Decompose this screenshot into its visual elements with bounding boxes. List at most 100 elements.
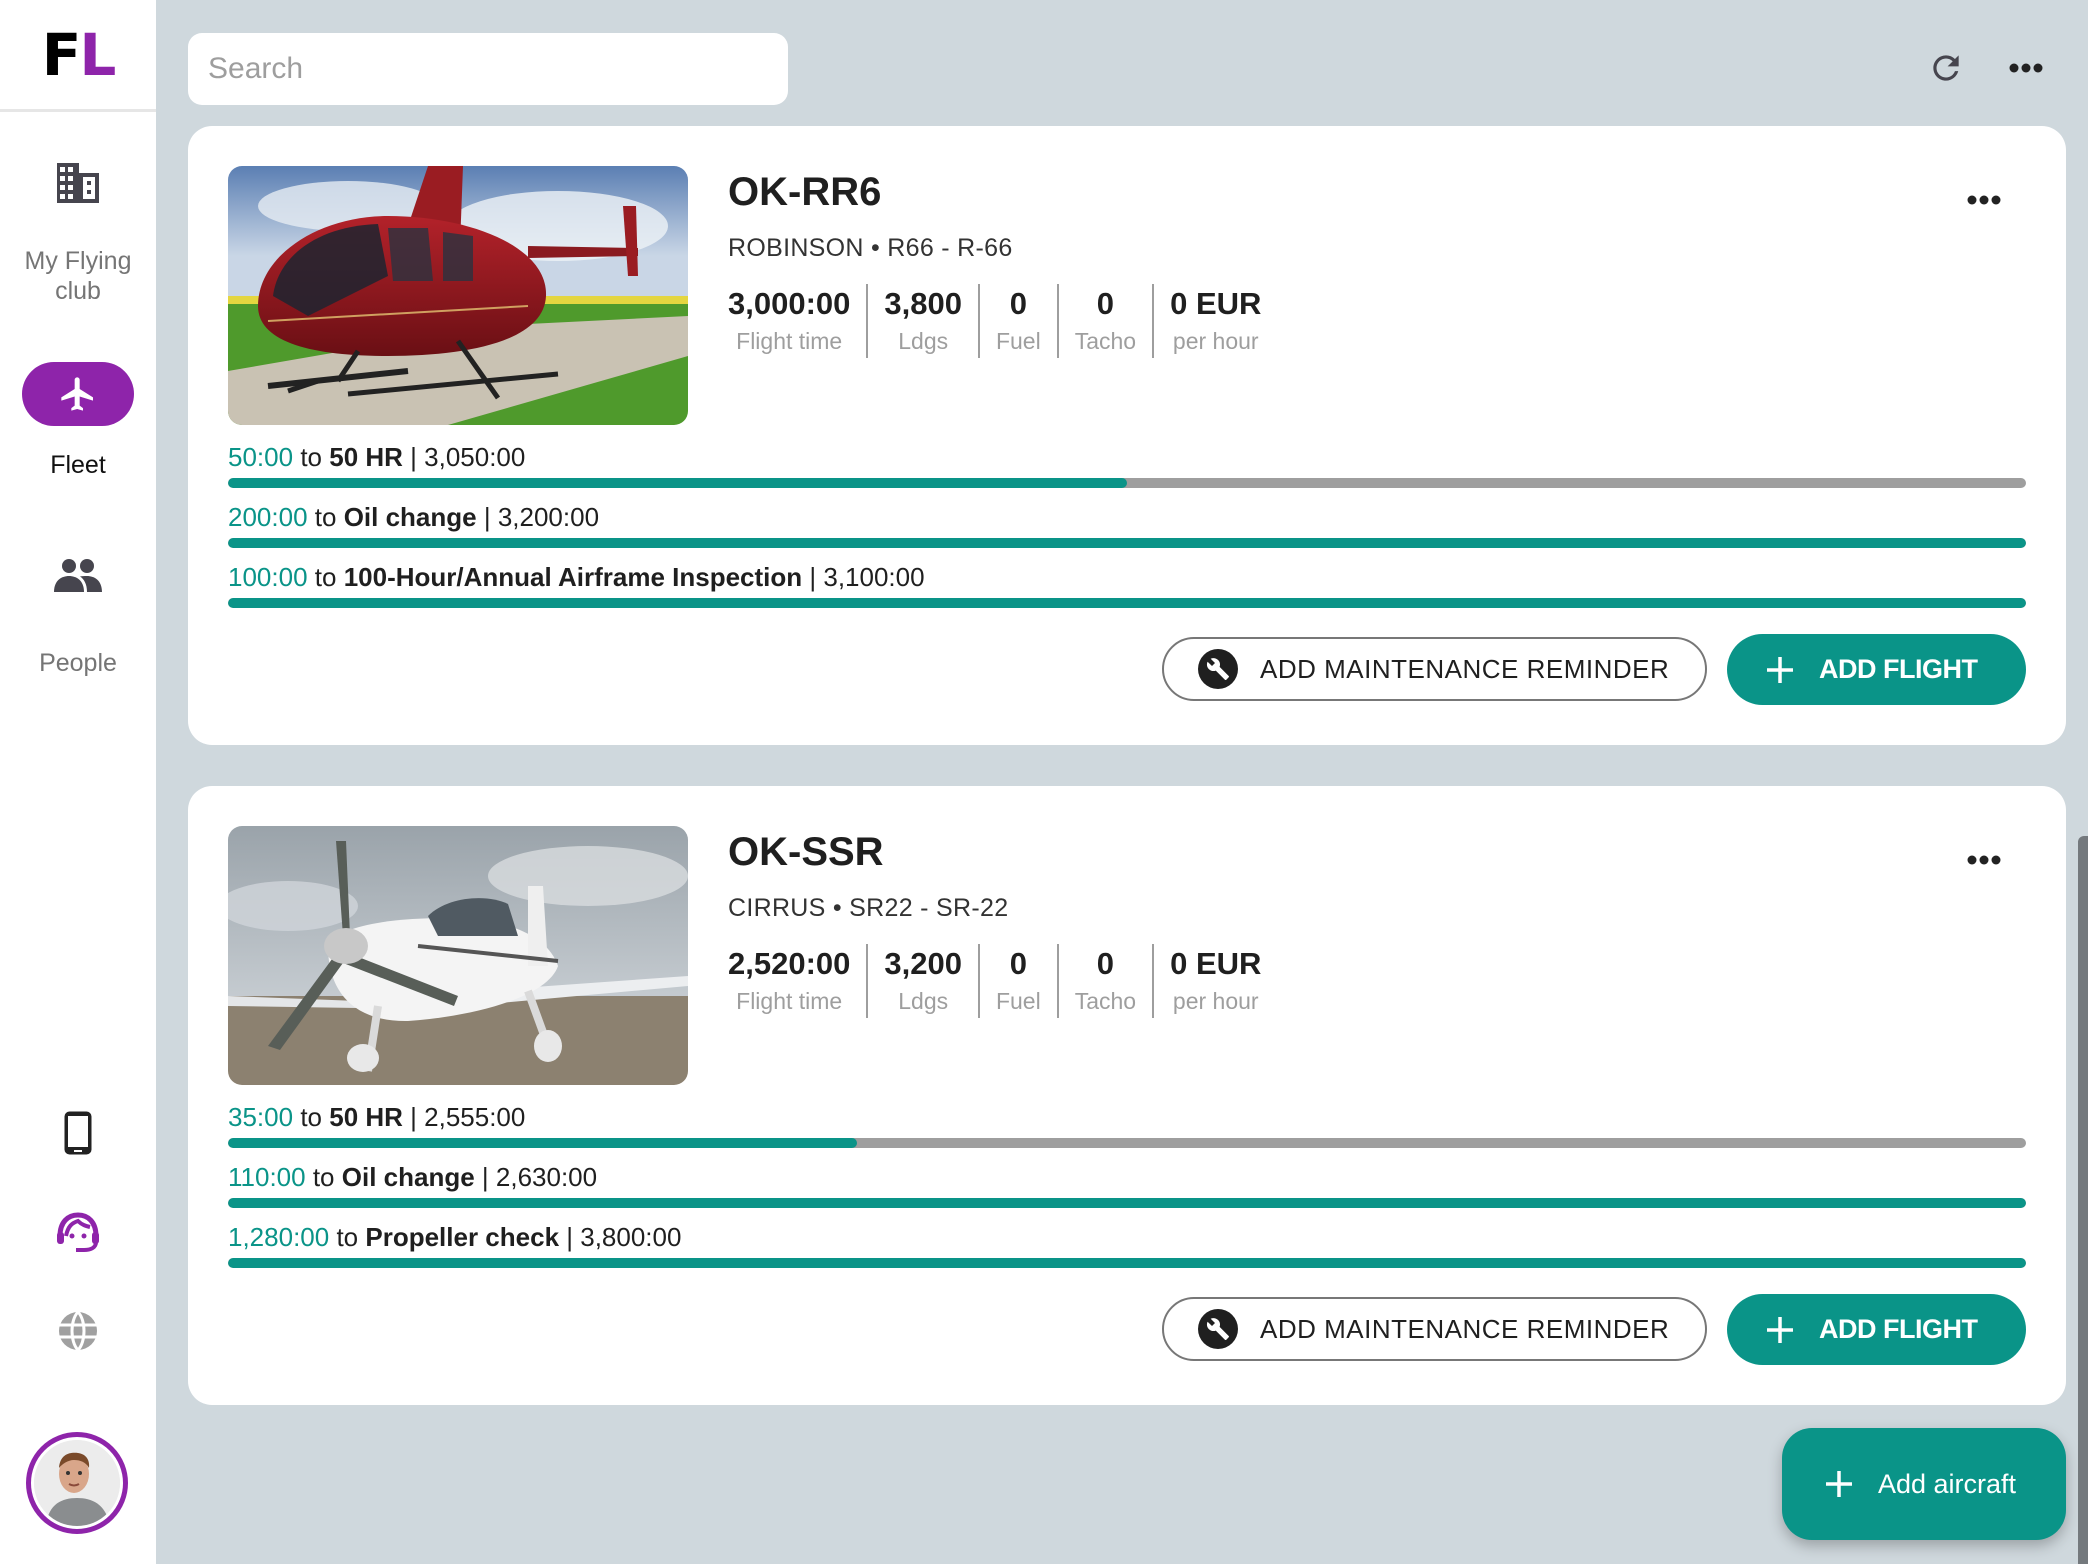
card-more-button[interactable] bbox=[1960, 182, 2008, 218]
maintenance-to: to bbox=[300, 442, 322, 472]
stat-tacho: 0 Tacho bbox=[1056, 944, 1152, 1018]
stat-value: 0 bbox=[1096, 286, 1115, 321]
stat-value: 3,200 bbox=[884, 946, 962, 981]
maintenance-due: | 3,100:00 bbox=[809, 562, 925, 592]
user-avatar[interactable] bbox=[26, 1432, 128, 1534]
stat-fuel: 0 Fuel bbox=[977, 944, 1057, 1018]
maintenance-due: | 3,200:00 bbox=[483, 502, 600, 532]
app-logo[interactable]: FL bbox=[0, 0, 156, 112]
maintenance-progress-fill bbox=[228, 598, 2026, 608]
sidebar-item-label: People bbox=[39, 649, 117, 677]
stat-value: 0 EUR bbox=[1170, 946, 1262, 981]
maintenance-remaining: 50:00 bbox=[228, 442, 294, 472]
stat-label: Tacho bbox=[1074, 328, 1137, 354]
maintenance-remaining: 200:00 bbox=[228, 502, 308, 532]
maintenance-item[interactable]: 50:00 to 50 HR | 3,050:00 bbox=[228, 442, 2026, 488]
maintenance-progress-bar bbox=[228, 538, 2026, 548]
maintenance-progress-fill bbox=[228, 1138, 858, 1148]
stat-label: Fuel bbox=[995, 328, 1041, 354]
maintenance-progress-bar bbox=[228, 1258, 2026, 1268]
maintenance-name: Oil change bbox=[341, 1162, 475, 1192]
search-input[interactable] bbox=[188, 33, 788, 105]
maintenance-name: 100-Hour/Annual Airframe Inspection bbox=[343, 562, 803, 592]
aircraft-model: CIRRUS • SR22 - SR-22 bbox=[728, 894, 1009, 922]
wrench-icon bbox=[1198, 649, 1238, 689]
maintenance-to: to bbox=[314, 502, 337, 532]
stat-value: 3,800 bbox=[884, 286, 962, 321]
airplane-photo bbox=[228, 826, 688, 1085]
building-icon bbox=[57, 160, 99, 206]
add-maintenance-reminder-label: ADD MAINTENANCE REMINDER bbox=[1260, 1313, 1670, 1344]
maintenance-text: 1,280:00 to Propeller check | 3,800:00 bbox=[228, 1222, 2026, 1252]
plus-icon bbox=[1767, 656, 1793, 683]
wrench-icon bbox=[1198, 1309, 1238, 1349]
stat-label: per hour bbox=[1172, 988, 1259, 1014]
fleet-active-pill[interactable] bbox=[22, 362, 134, 426]
stat-tacho: 0 Tacho bbox=[1056, 284, 1152, 358]
stat-landings: 3,800 Ldgs bbox=[866, 284, 978, 358]
people-icon bbox=[54, 552, 102, 598]
stat-label: Flight time bbox=[736, 328, 843, 354]
logo-letter-f: F bbox=[41, 20, 82, 89]
maintenance-progress-bar bbox=[228, 598, 2026, 608]
maintenance-item[interactable]: 35:00 to 50 HR | 2,555:00 bbox=[228, 1102, 2026, 1148]
sidebar-item-my-flying-club[interactable]: My Flying club bbox=[0, 160, 156, 306]
stat-label: Flight time bbox=[736, 988, 843, 1014]
maintenance-to: to bbox=[314, 562, 337, 592]
sidebar-item-people[interactable]: People bbox=[0, 552, 156, 678]
add-maintenance-reminder-button[interactable]: ADD MAINTENANCE REMINDER bbox=[1162, 637, 1707, 701]
globe-icon[interactable] bbox=[0, 1310, 156, 1352]
stat-label: Ldgs bbox=[898, 988, 949, 1014]
maintenance-item[interactable]: 200:00 to Oil change | 3,200:00 bbox=[228, 502, 2026, 548]
stat-landings: 3,200 Ldgs bbox=[866, 944, 978, 1018]
scrollbar-thumb[interactable] bbox=[2078, 836, 2088, 1564]
aircraft-stats: 3,000:00 Flight time 3,800 Ldgs 0 Fuel 0 Tac… bbox=[728, 284, 1277, 358]
more-horizontal-icon bbox=[1967, 855, 2001, 865]
plus-icon bbox=[1826, 1471, 1852, 1497]
maintenance-progress-fill bbox=[228, 1198, 2026, 1208]
stat-value: 0 bbox=[1009, 946, 1027, 981]
avatar-photo bbox=[34, 1440, 120, 1526]
stat-price: 0 EUR per hour bbox=[1152, 944, 1277, 1018]
stat-label: Fuel bbox=[995, 988, 1041, 1014]
maintenance-text: 110:00 to Oil change | 2,630:00 bbox=[228, 1162, 2026, 1192]
maintenance-to: to bbox=[336, 1222, 359, 1252]
maintenance-item[interactable]: 100:00 to 100-Hour/Annual Airframe Inspe… bbox=[228, 562, 2026, 608]
maintenance-remaining: 110:00 bbox=[228, 1162, 306, 1192]
add-flight-button[interactable]: ADD FLIGHT bbox=[1727, 1294, 2026, 1365]
stat-value: 0 EUR bbox=[1170, 286, 1262, 321]
aircraft-registration: OK-RR6 bbox=[728, 170, 882, 214]
logo-letter-l: L bbox=[79, 20, 116, 89]
aircraft-card[interactable]: OK-SSR CIRRUS • SR22 - SR-22 2,520:00 Fli… bbox=[188, 786, 2066, 1405]
stat-value: 3,000:00 bbox=[728, 286, 851, 321]
phone-icon[interactable] bbox=[0, 1110, 156, 1156]
aircraft-model: ROBINSON • R66 - R-66 bbox=[728, 234, 1013, 262]
maintenance-remaining: 100:00 bbox=[228, 562, 308, 592]
stat-label: Tacho bbox=[1074, 988, 1137, 1014]
maintenance-name: Propeller check bbox=[365, 1222, 560, 1252]
maintenance-due: | 2,630:00 bbox=[481, 1162, 598, 1192]
support-headset-icon[interactable] bbox=[0, 1212, 156, 1252]
maintenance-remaining: 1,280:00 bbox=[228, 1222, 330, 1252]
maintenance-text: 50:00 to 50 HR | 3,050:00 bbox=[228, 442, 2026, 472]
sidebar-item-fleet[interactable]: Fleet bbox=[0, 362, 156, 480]
maintenance-due: | 3,800:00 bbox=[566, 1222, 682, 1252]
maintenance-item[interactable]: 110:00 to Oil change | 2,630:00 bbox=[228, 1162, 2026, 1208]
maintenance-remaining: 35:00 bbox=[228, 1102, 294, 1132]
maintenance-due: | 2,555:00 bbox=[410, 1102, 526, 1132]
stat-label: Ldgs bbox=[898, 328, 949, 354]
refresh-button[interactable] bbox=[1922, 44, 1970, 92]
maintenance-text: 35:00 to 50 HR | 2,555:00 bbox=[228, 1102, 2026, 1132]
aircraft-card[interactable]: OK-RR6 ROBINSON • R66 - R-66 3,000:00 Fli… bbox=[188, 126, 2066, 745]
add-maintenance-reminder-button[interactable]: ADD MAINTENANCE REMINDER bbox=[1162, 1297, 1707, 1361]
more-options-button[interactable] bbox=[2002, 44, 2050, 92]
add-aircraft-button[interactable]: Add aircraft bbox=[1782, 1428, 2066, 1540]
aircraft-stats: 2,520:00 Flight time 3,200 Ldgs 0 Fuel 0 Tac… bbox=[728, 944, 1277, 1018]
plus-icon bbox=[1767, 1316, 1793, 1343]
add-flight-button[interactable]: ADD FLIGHT bbox=[1727, 634, 2026, 705]
sidebar: FL My Flying club Fleet People bbox=[0, 0, 156, 1564]
maintenance-item[interactable]: 1,280:00 to Propeller check | 3,800:00 bbox=[228, 1222, 2026, 1268]
card-more-button[interactable] bbox=[1960, 842, 2008, 878]
maintenance-progress-fill bbox=[228, 538, 2026, 548]
maintenance-name: Oil change bbox=[343, 502, 477, 532]
